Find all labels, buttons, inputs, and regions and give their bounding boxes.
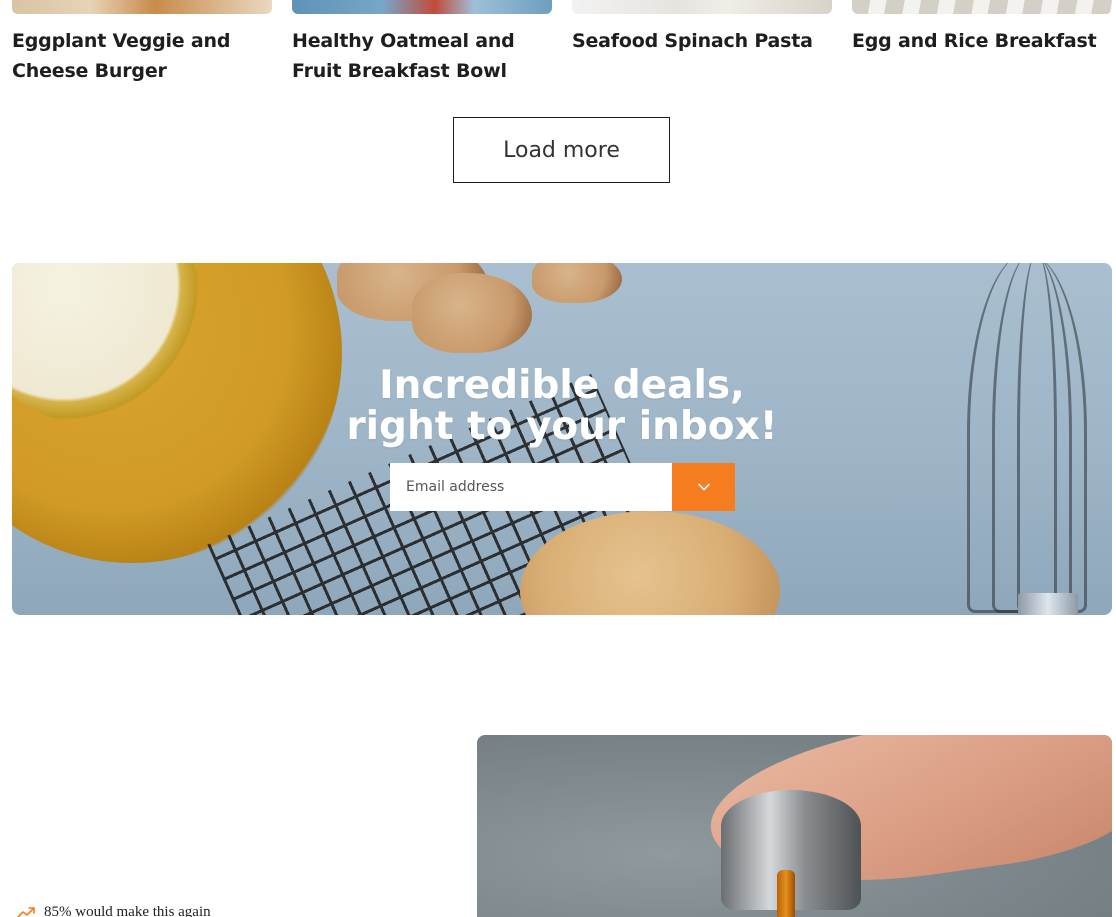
recipe-card[interactable]: Seafood Spinach Pasta	[572, 0, 832, 100]
recipe-image[interactable]	[292, 0, 552, 14]
recipe-card[interactable]: Healthy Oatmeal and Fruit Breakfast Bowl	[292, 0, 552, 100]
recipe-card[interactable]: Egg and Rice Breakfast	[852, 0, 1112, 100]
newsletter-title-line2: right to your inbox!	[346, 404, 778, 449]
load-more-button[interactable]: Load more	[453, 117, 670, 183]
newsletter-title: Incredible deals, right to your inbox!	[12, 365, 1112, 447]
chevron-down-icon	[697, 483, 710, 491]
recipe-title[interactable]: Healthy Oatmeal and Fruit Breakfast Bowl	[292, 26, 552, 86]
newsletter-form	[390, 463, 735, 511]
trending-up-icon	[16, 906, 35, 917]
syrup-decoration	[777, 870, 795, 917]
cookie-piece-decoration	[532, 263, 622, 303]
recipe-image[interactable]	[852, 0, 1112, 14]
newsletter-submit-button[interactable]	[672, 463, 735, 511]
email-input[interactable]	[390, 463, 672, 511]
recipe-photo	[477, 735, 1112, 917]
newsletter-banner: Incredible deals, right to your inbox!	[12, 263, 1112, 615]
whisk-handle-decoration	[1018, 593, 1078, 615]
recipe-image[interactable]	[12, 0, 272, 14]
newsletter-title-line1: Incredible deals,	[379, 363, 745, 408]
recipe-cards-row: Eggplant Veggie and Cheese Burger Health…	[12, 0, 1112, 100]
recipe-image[interactable]	[572, 0, 832, 14]
make-again-text: 85% would make this again	[44, 904, 211, 917]
recipe-card[interactable]: Eggplant Veggie and Cheese Burger	[12, 0, 272, 100]
cookie-piece-decoration	[412, 273, 532, 353]
recipe-title[interactable]: Eggplant Veggie and Cheese Burger	[12, 26, 272, 86]
recipe-title[interactable]: Seafood Spinach Pasta	[572, 26, 832, 56]
make-again-stat: 85% would make this again	[16, 904, 211, 917]
recipe-title[interactable]: Egg and Rice Breakfast	[852, 26, 1112, 56]
